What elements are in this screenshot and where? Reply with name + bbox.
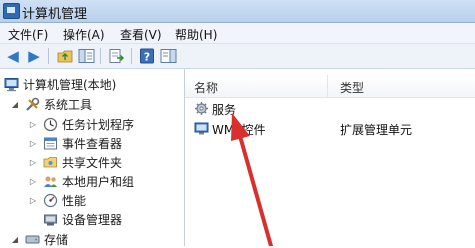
tree-label-storage: 存储	[44, 232, 69, 247]
collapsed-triangle-icon[interactable]: ▷	[28, 119, 38, 129]
tree-label-event-viewer: 事件查看器	[62, 136, 123, 151]
menu-action[interactable]: 操作(A)	[63, 26, 105, 43]
details-pane: 名称 类型 服务 WMI 控件 扩展管理单元	[185, 69, 475, 246]
tree-label-root: 计算机管理(本地)	[23, 77, 117, 92]
console-tree: 计算机管理(本地) ◢ 系统工具 ▷ 任务计划程序 ▷ 事件查看器 ▷ 共享文件…	[0, 69, 185, 248]
tools-icon	[26, 97, 40, 111]
tree-item-system-tools[interactable]: ◢ 系统工具	[10, 95, 92, 113]
computer-management-icon	[4, 77, 19, 91]
users-icon	[44, 176, 57, 187]
tree-item-task-scheduler[interactable]: ▷ 任务计划程序	[28, 115, 134, 133]
tree-label-system-tools: 系统工具	[44, 97, 93, 112]
tree-item-performance[interactable]: ▷ 性能	[28, 191, 86, 209]
window-title: 计算机管理	[22, 7, 88, 22]
performance-icon	[43, 193, 58, 207]
help-icon[interactable]: ?	[139, 48, 156, 64]
clock-icon	[43, 117, 58, 131]
tree-item-computer-management[interactable]: 计算机管理(本地)	[4, 75, 116, 93]
expanded-triangle-icon[interactable]: ◢	[10, 234, 20, 244]
tree-item-shared-folders[interactable]: ▷ 共享文件夹	[28, 153, 122, 171]
event-viewer-icon	[44, 137, 57, 149]
title-bar: 计算机管理	[0, 0, 475, 23]
list-cell-name: WMI 控件	[212, 123, 266, 137]
toolbar-separator	[131, 48, 132, 64]
list-header: 名称 类型	[185, 75, 475, 98]
tree-item-local-users[interactable]: ▷ 本地用户和组	[28, 172, 134, 190]
collapsed-triangle-icon[interactable]: ▷	[28, 195, 38, 205]
collapsed-triangle-icon[interactable]: ▷	[28, 176, 38, 186]
menu-file[interactable]: 文件(F)	[8, 26, 48, 43]
show-hide-action-pane-icon[interactable]	[160, 48, 177, 64]
column-header-type[interactable]: 类型	[340, 79, 364, 96]
menu-view[interactable]: 查看(V)	[120, 26, 162, 43]
collapsed-triangle-icon[interactable]: ▷	[28, 157, 38, 167]
column-divider[interactable]	[327, 75, 328, 97]
expanded-triangle-icon[interactable]: ◢	[10, 99, 20, 109]
tree-label-performance: 性能	[62, 193, 87, 208]
forward-arrow-icon[interactable]: ▶	[26, 48, 42, 64]
collapsed-triangle-icon[interactable]: ▷	[28, 138, 38, 148]
tree-label-shared-folders: 共享文件夹	[62, 155, 123, 170]
list-cell-type: 扩展管理单元	[340, 123, 413, 137]
tree-item-event-viewer[interactable]: ▷ 事件查看器	[28, 134, 122, 152]
show-hide-tree-icon[interactable]	[78, 48, 95, 64]
tree-label-task-scheduler: 任务计划程序	[62, 117, 135, 132]
tree-label-local-users: 本地用户和组	[62, 174, 135, 189]
menu-bar: 文件(F) 操作(A) 查看(V) 帮助(H)	[0, 23, 475, 44]
tree-item-storage[interactable]: ◢ 存储	[10, 230, 68, 248]
device-manager-icon	[44, 214, 57, 225]
storage-icon	[25, 235, 40, 243]
shared-folder-icon	[43, 156, 57, 167]
tree-item-device-manager[interactable]: 设备管理器	[43, 210, 122, 228]
up-folder-icon[interactable]	[57, 48, 74, 64]
tree-label-device-manager: 设备管理器	[62, 212, 123, 227]
toolbar-separator	[48, 48, 49, 64]
computer-management-icon	[3, 3, 20, 19]
services-gear-icon	[195, 102, 208, 115]
svg-text:?: ?	[144, 51, 150, 64]
toolbar: ◀ ▶ ?	[0, 44, 475, 69]
back-arrow-icon[interactable]: ◀	[5, 48, 21, 64]
list-row-services[interactable]: 服务	[185, 99, 475, 119]
column-header-name[interactable]: 名称	[194, 79, 218, 96]
export-list-icon[interactable]	[108, 48, 125, 64]
list-row-wmi-control[interactable]: WMI 控件 扩展管理单元	[185, 119, 475, 139]
toolbar-separator	[100, 48, 101, 64]
list-cell-name: 服务	[212, 103, 237, 117]
menu-help[interactable]: 帮助(H)	[175, 26, 217, 43]
wmi-control-icon	[194, 122, 209, 135]
